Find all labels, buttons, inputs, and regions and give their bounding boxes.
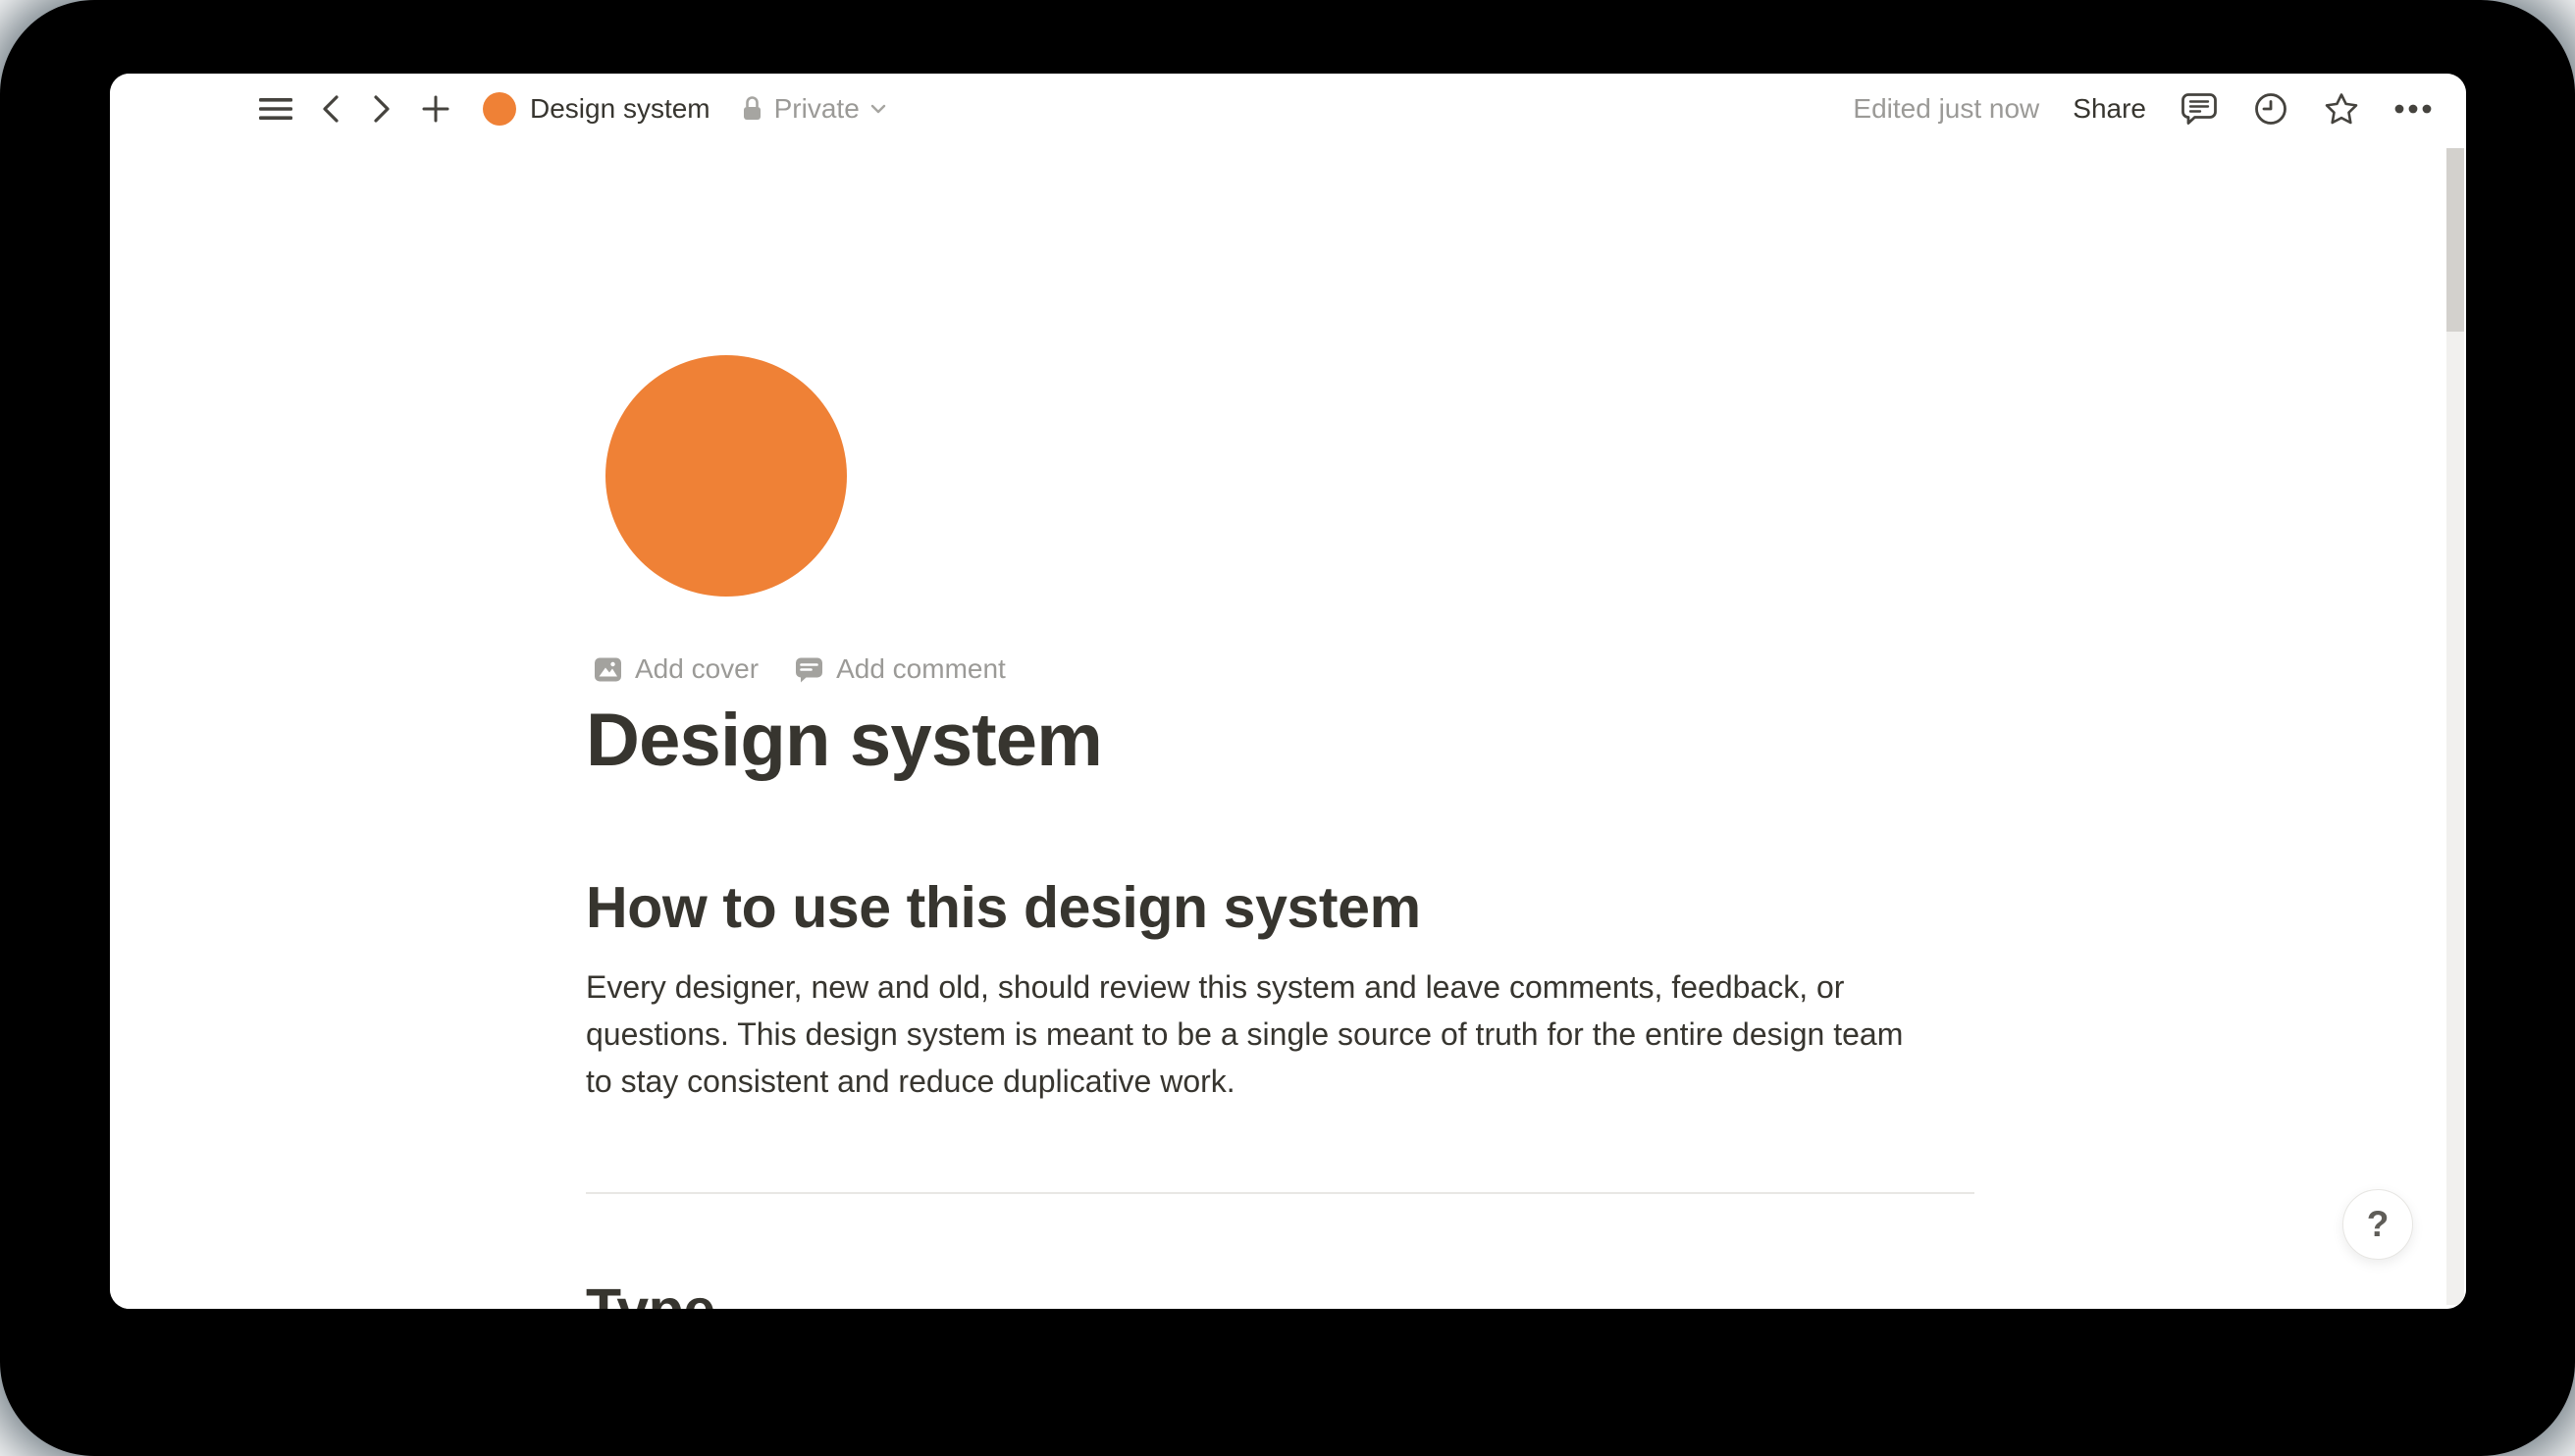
paragraph-line: Every designer, new and old, should revi… [586,963,1974,1011]
add-comment-label: Add comment [836,653,1006,685]
page-scroll-area: Add cover Add comment Design system Ho [110,144,2466,1309]
forward-chevron-icon [369,93,394,125]
section-heading[interactable]: How to use this design system [586,873,1974,943]
help-button[interactable]: ? [2342,1189,2413,1260]
page-content: Add cover Add comment Design system Ho [586,355,1974,1309]
add-comment-button[interactable]: Add comment [794,653,1006,685]
privacy-menu[interactable]: Private [740,93,887,125]
sidebar-toggle-button[interactable] [259,94,292,124]
comments-button[interactable] [2180,90,2219,128]
paragraph-line: questions. This design system is meant t… [586,1011,1974,1058]
toolbar-right-group: Edited just now Share [1853,90,2433,128]
toolbar-left-group: Design system Private [259,92,887,126]
more-options-button[interactable] [2393,103,2433,115]
clock-history-icon [2252,90,2289,128]
notion-window: Design system Private Edite [110,74,2466,1309]
paragraph-line: to stay consistent and reduce duplicativ… [586,1058,1974,1105]
star-icon [2323,90,2360,128]
edited-status: Edited just now [1853,93,2039,125]
forward-button[interactable] [369,93,394,125]
favorite-button[interactable] [2323,90,2360,128]
breadcrumb[interactable]: Design system [483,92,710,126]
back-chevron-icon [318,93,343,125]
chevron-down-icon [869,103,887,115]
page-title[interactable]: Design system [586,696,1974,785]
image-cover-icon [593,654,623,685]
orange-circle-page-icon [483,92,516,126]
intro-paragraph[interactable]: Every designer, new and old, should revi… [586,963,1974,1105]
hamburger-menu-icon [259,94,292,124]
breadcrumb-title: Design system [530,93,710,125]
top-toolbar: Design system Private Edite [110,74,2466,144]
comment-filled-icon [794,654,824,685]
divider [586,1192,1974,1194]
lock-icon [740,94,764,124]
page-emoji-icon[interactable] [605,355,847,597]
page-action-row: Add cover Add comment [593,653,1974,685]
share-button[interactable]: Share [2073,93,2146,125]
comment-bubble-icon [2180,90,2219,128]
scrollbar-thumb[interactable] [2446,148,2464,332]
back-button[interactable] [318,93,343,125]
window-frame: Design system Private Edite [0,0,2575,1456]
question-mark-icon: ? [2367,1204,2390,1245]
add-cover-label: Add cover [635,653,759,685]
add-page-button[interactable] [420,93,451,125]
plus-icon [420,93,451,125]
updates-button[interactable] [2252,90,2289,128]
privacy-label: Private [774,93,860,125]
add-cover-button[interactable]: Add cover [593,653,759,685]
next-section-heading[interactable]: Type [586,1275,1974,1309]
ellipsis-icon [2393,103,2433,115]
scrollbar-track[interactable] [2446,148,2464,1305]
